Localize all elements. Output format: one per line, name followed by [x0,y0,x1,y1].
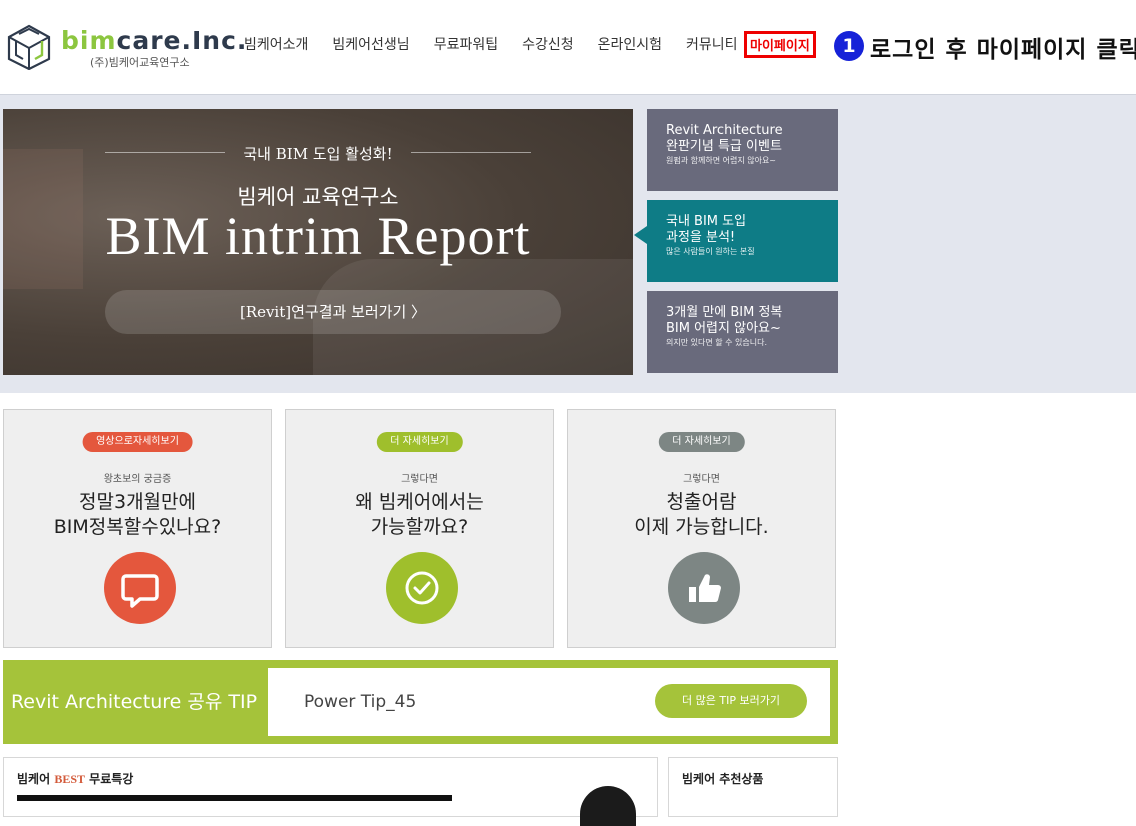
side-banner-bim-analysis[interactable]: 국내 BIM 도입 과정을 분석! 많은 사람들이 원하는 본질 [647,200,838,282]
hero-report-button[interactable]: [Revit]연구결과 보러가기 〉 [105,290,561,334]
annotation-step-badge: 1 [834,31,864,61]
nav-item-community[interactable]: 커뮤니티 [686,34,738,54]
tip-content: Power Tip_45 더 많은 TIP 보러가기 [268,668,830,736]
more-tips-button[interactable]: 더 많은 TIP 보러가기 [655,684,807,718]
tip-section-label: Revit Architecture 공유 TIP [10,691,258,713]
card-title-line2: 가능할까요? [370,516,469,538]
panel-title-recommend: 빔케어 추천상품 [682,772,764,786]
card-badge-more[interactable]: 더 자세히보기 [376,432,463,452]
logo-cube-icon [7,24,51,70]
main-nav: 빔케어소개 빔케어선생님 무료파워팁 수강신청 온라인시험 커뮤니티 마이페이지 [244,31,816,58]
video-thumbnail[interactable] [17,795,452,801]
card-kicker: 그렇다면 [401,474,438,485]
check-icon [386,552,458,624]
hero-banner[interactable]: 국내 BIM 도입 활성화! 빔케어 교육연구소 BIM intrim Repo… [3,109,633,375]
side-banner-line1: 국내 BIM 도입 [666,214,747,229]
logo-wordmark: bimcare.Inc. [61,26,248,55]
side-banner-line3: 원펌과 함께하면 어렵지 않아요~ [666,156,777,165]
nav-item-teachers[interactable]: 빔케어선생님 [332,34,409,54]
side-banner-line2: 완판기념 특급 이벤트 [666,139,782,154]
instructor-photo [580,786,636,826]
side-banner-active-pointer [634,226,647,244]
card-title-line1: 청출어람 [666,491,737,513]
panel-title-best: 빔케어 BEST 무료특강 [17,772,134,786]
side-banner-line2: BIM 어렵지 않아요~ [666,321,781,336]
side-banner-line1: Revit Architecture [666,123,783,138]
site-header: bimcare.Inc. (주)빔케어교육연구소 빔케어소개 빔케어선생님 무료… [0,0,1136,95]
annotation-text: 로그인 후 마이페이지 클릭 [870,37,1136,63]
thumbs-up-icon [668,552,740,624]
chat-icon [104,552,176,624]
logo-subtitle: (주)빔케어교육연구소 [90,56,190,69]
revit-tip-bar: Revit Architecture 공유 TIP Power Tip_45 더… [3,660,838,744]
side-banner-three-months[interactable]: 3개월 만에 BIM 정복 BIM 어렵지 않아요~ 의지만 있다면 할 수 있… [647,291,838,373]
nav-item-mypage[interactable]: 마이페이지 [744,31,816,58]
card-title-line2: 이제 가능합니다. [634,516,769,538]
side-banner-line1: 3개월 만에 BIM 정복 [666,305,783,320]
hero-section: 국내 BIM 도입 활성화! 빔케어 교육연구소 BIM intrim Repo… [0,95,1136,393]
nav-item-enroll[interactable]: 수강신청 [522,34,574,54]
side-banner-line2: 과정을 분석! [666,230,736,245]
hero-kicker: 국내 BIM 도입 활성화! [243,145,393,163]
nav-item-online-test[interactable]: 온라인시험 [598,34,662,54]
tip-title-link[interactable]: Power Tip_45 [304,668,416,736]
feature-card-why[interactable]: 더 자세히보기 그렇다면 왜 빔케어에서는 가능할까요? [285,409,554,648]
card-badge-more[interactable]: 더 자세히보기 [658,432,745,452]
recommended-products-panel: 빔케어 추천상품 [668,757,838,817]
best-free-lecture-panel: 빔케어 BEST 무료특강 [3,757,658,826]
feature-card-question[interactable]: 영상으로자세히보기 왕초보의 궁금증 정말3개월만에 BIM정복할수있나요? [3,409,272,648]
hero-title: BIM intrim Report [105,206,531,266]
card-title-line1: 정말3개월만에 [79,491,196,513]
card-kicker: 왕초보의 궁금증 [103,474,172,485]
card-title-line2: BIM정복할수있나요? [53,516,222,538]
feature-card-possible[interactable]: 더 자세히보기 그렇다면 청출어람 이제 가능합니다. [567,409,836,648]
side-banner-line3: 의지만 있다면 할 수 있습니다. [666,338,768,347]
side-banner-line3: 많은 사람들이 원하는 본질 [666,247,755,256]
site-logo[interactable]: bimcare.Inc. (주)빔케어교육연구소 [6,22,246,72]
nav-item-about[interactable]: 빔케어소개 [244,34,308,54]
nav-item-power-tips[interactable]: 무료파워팁 [434,34,498,54]
card-kicker: 그렇다면 [683,474,720,485]
side-banner-revit-event[interactable]: Revit Architecture 완판기념 특급 이벤트 원펌과 함께하면 … [647,109,838,191]
card-badge-video[interactable]: 영상으로자세히보기 [82,432,193,452]
card-title-line1: 왜 빔케어에서는 [355,491,484,513]
